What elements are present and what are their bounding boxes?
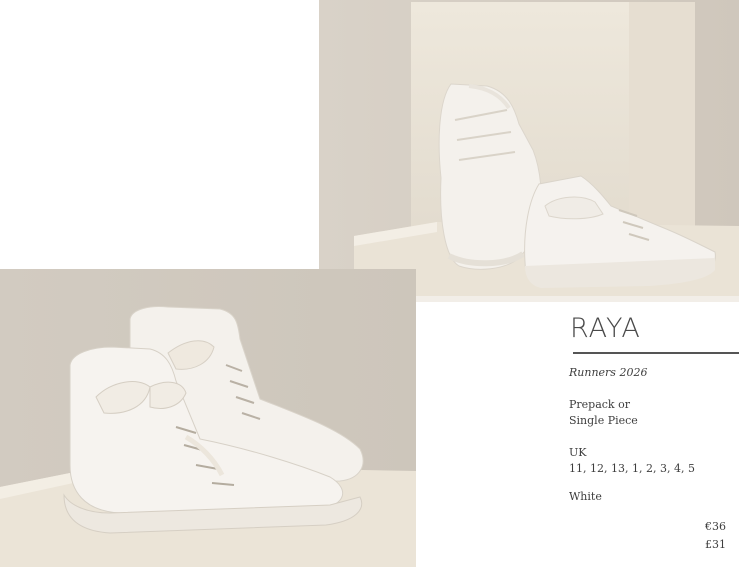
product-photo-front — [0, 269, 416, 567]
size-system-label: UK — [569, 446, 587, 459]
product-name: RAYA — [570, 313, 641, 344]
size-range: 11, 12, 13, 1, 2, 3, 4, 5 — [569, 462, 695, 475]
pack-option-line1: Prepack or — [569, 398, 630, 411]
product-collection: Runners 2026 — [569, 366, 648, 379]
product-photo-side — [319, 0, 739, 302]
price-eur: €36 — [705, 520, 726, 533]
price-gbp: £31 — [705, 538, 726, 551]
title-divider — [573, 352, 739, 354]
product-colour: White — [569, 490, 602, 503]
pack-option-line2: Single Piece — [569, 414, 638, 427]
